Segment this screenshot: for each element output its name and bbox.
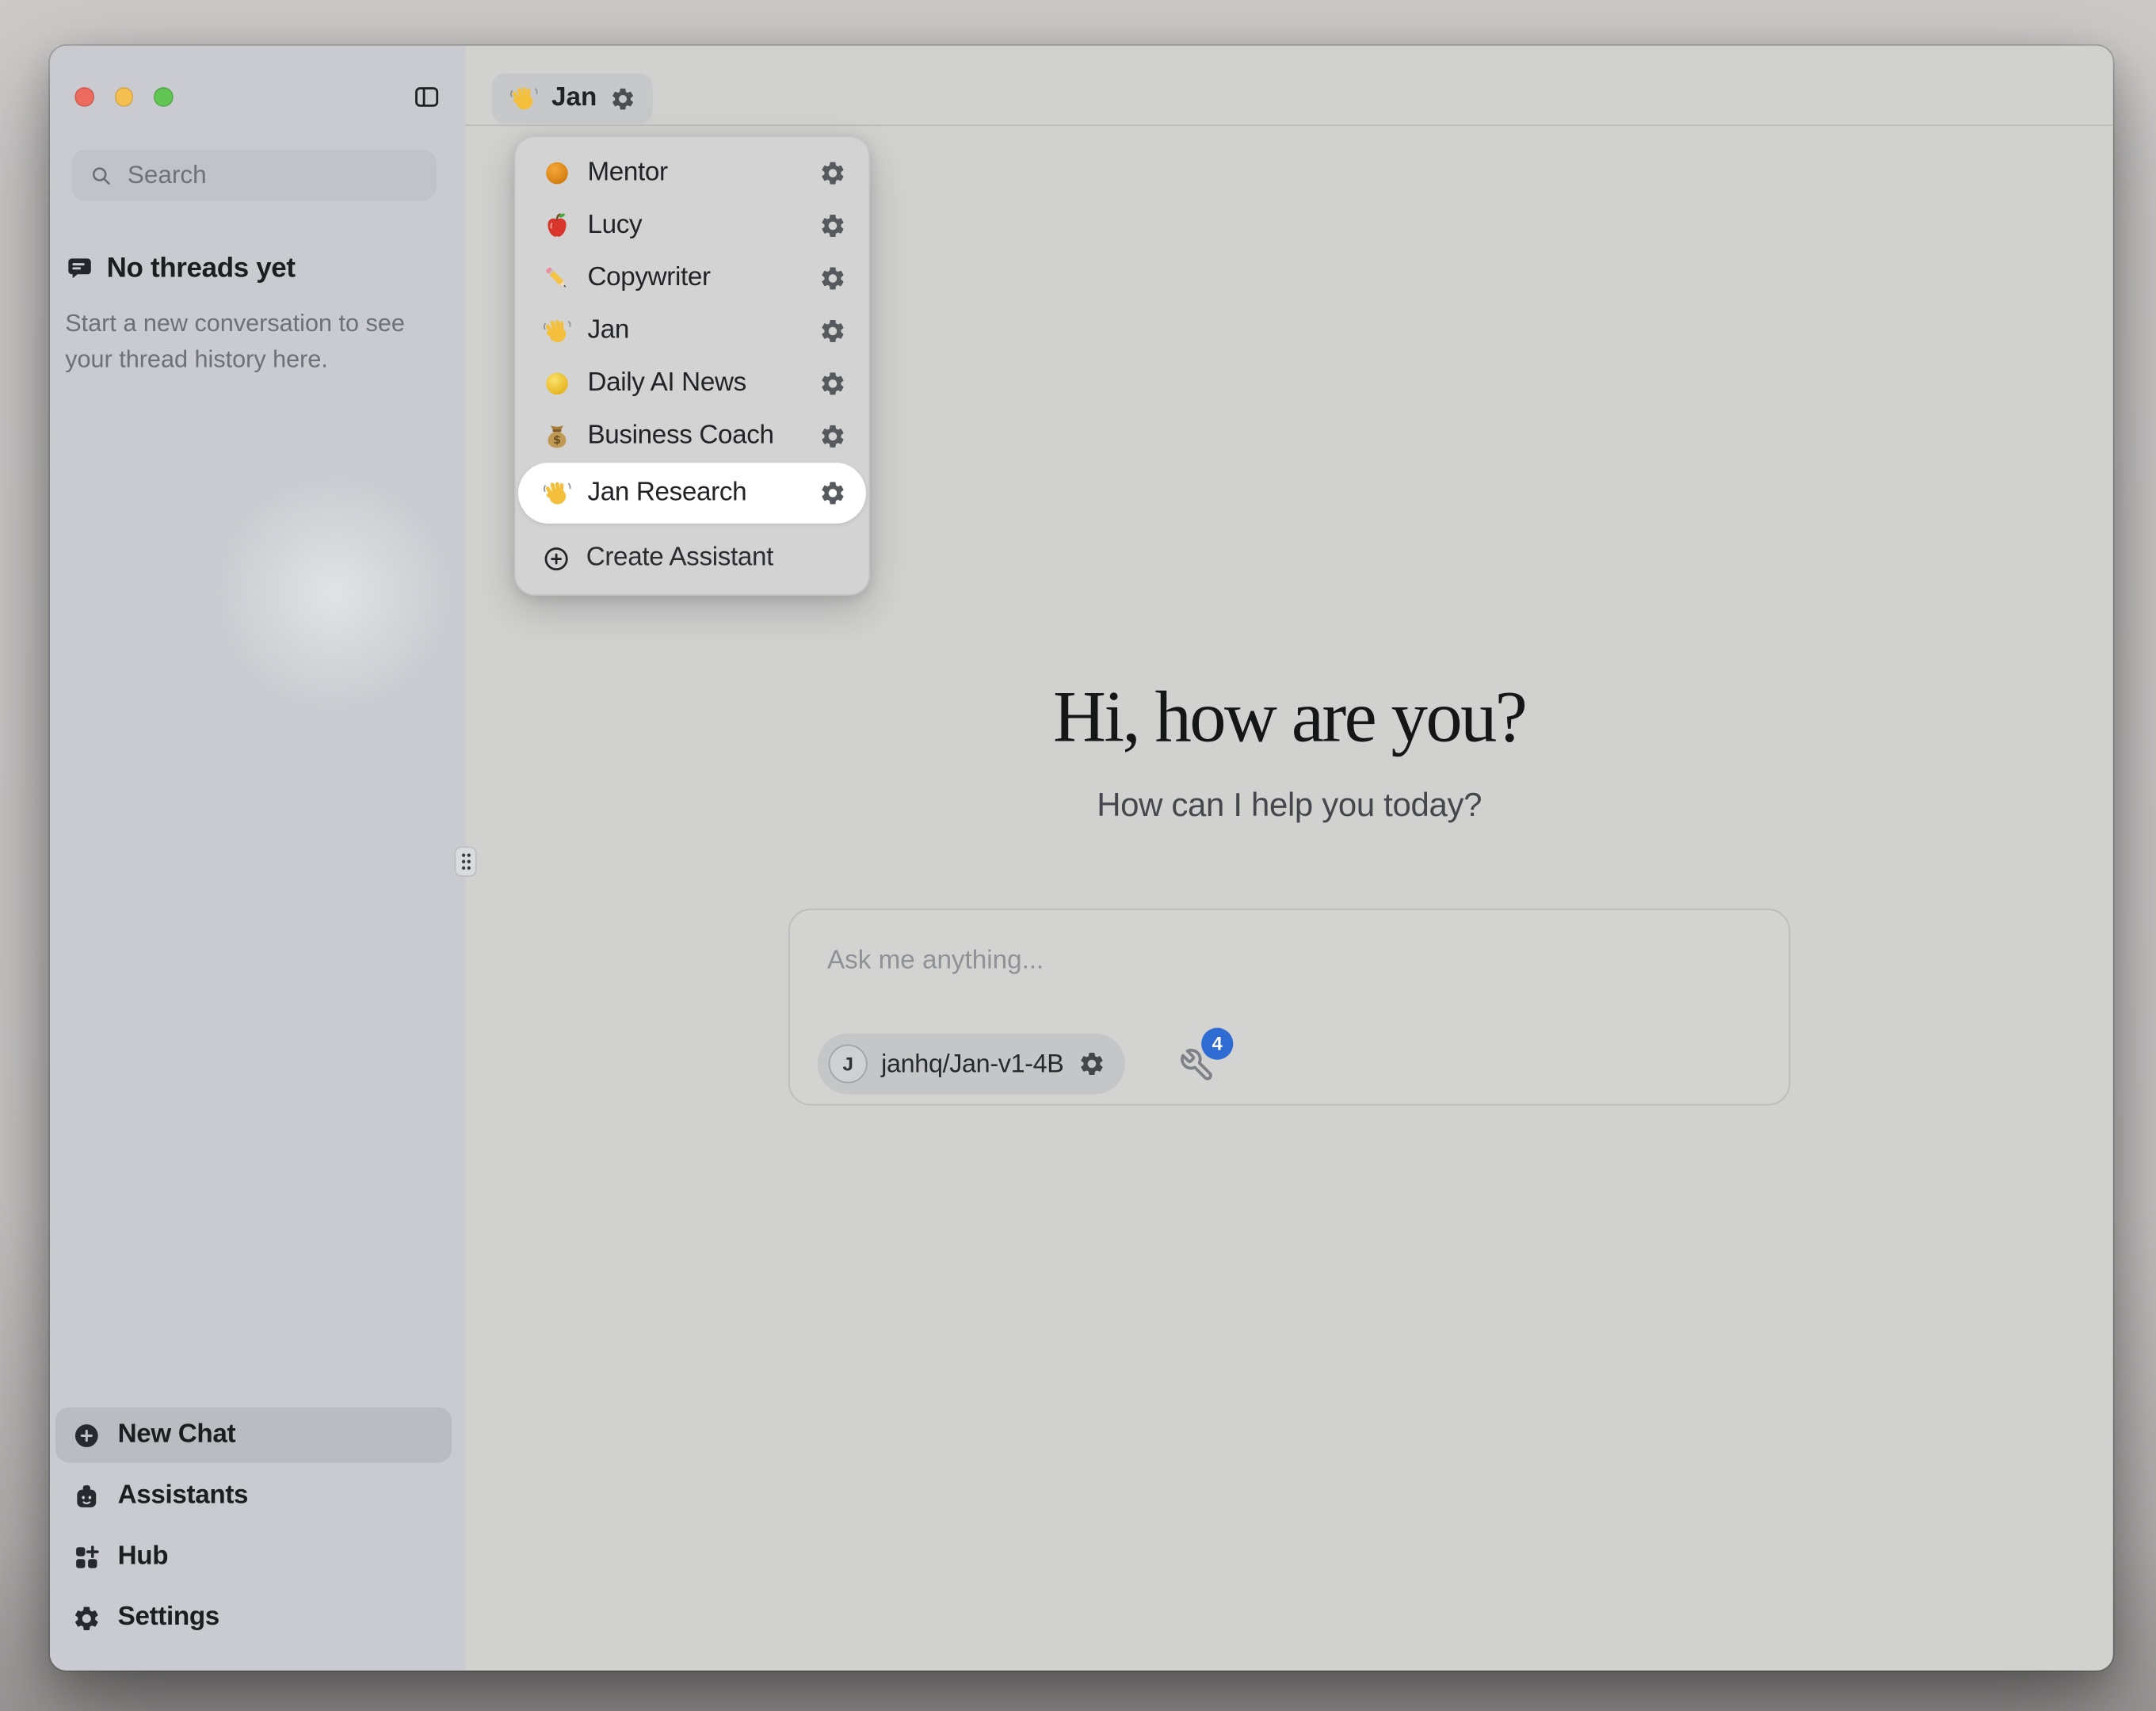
sidebar-toggle-button[interactable] xyxy=(411,83,441,111)
plus-circle-icon xyxy=(72,1420,101,1450)
gear-icon[interactable] xyxy=(819,212,846,240)
waving-hand-icon xyxy=(542,316,572,346)
menu-item-daily-ai-news[interactable]: Daily AI News xyxy=(518,357,866,410)
main-area: Jan Mentor Lucy Copywriter xyxy=(466,46,2113,1671)
close-button[interactable] xyxy=(74,87,93,106)
assistant-selector-button[interactable]: Jan xyxy=(492,74,652,124)
search-input[interactable] xyxy=(124,159,419,191)
menu-item-label: Mentor xyxy=(587,158,803,188)
gear-icon[interactable] xyxy=(819,422,846,450)
gear-icon[interactable] xyxy=(609,86,635,112)
sidebar-item-label: Settings xyxy=(118,1602,219,1633)
sidebar-item-label: Assistants xyxy=(118,1480,249,1511)
sidebar: No threads yet Start a new conversation … xyxy=(50,46,467,1671)
menu-item-create-assistant[interactable]: Create Assistant xyxy=(518,532,866,585)
waving-hand-icon xyxy=(509,83,539,113)
gear-icon[interactable] xyxy=(1078,1050,1105,1078)
gear-icon[interactable] xyxy=(819,265,846,292)
sidebar-item-label: Hub xyxy=(118,1541,169,1572)
greeting-subtitle: How can I help you today? xyxy=(466,787,2113,825)
chat-composer: J janhq/Jan-v1-4B 4 xyxy=(788,909,1790,1105)
empty-state-title: No threads yet xyxy=(107,253,296,285)
search-bar[interactable] xyxy=(72,150,437,201)
zoom-button[interactable] xyxy=(154,87,173,106)
red-apple-icon xyxy=(542,211,572,241)
greeting-title: Hi, how are you? xyxy=(466,676,2113,759)
main-header xyxy=(466,46,2113,126)
menu-separator xyxy=(518,524,866,532)
menu-item-label: Business Coach xyxy=(587,421,803,452)
model-name: janhq/Jan-v1-4B xyxy=(881,1049,1063,1079)
menu-item-mentor[interactable]: Mentor xyxy=(518,147,866,199)
gear-icon[interactable] xyxy=(819,479,846,507)
pencil-icon xyxy=(542,263,572,293)
waving-hand-icon xyxy=(542,478,572,508)
assistant-dropdown-menu: Mentor Lucy Copywriter Jan xyxy=(514,135,870,596)
sidebar-resize-handle[interactable] xyxy=(455,846,477,876)
menu-item-jan[interactable]: Jan xyxy=(518,305,866,357)
sidebar-item-assistants[interactable]: Assistants xyxy=(55,1469,452,1524)
tools-button[interactable]: 4 xyxy=(1179,1042,1234,1097)
sidebar-toggle-icon xyxy=(411,83,441,111)
greeting: Hi, how are you? How can I help you toda… xyxy=(466,676,2113,825)
active-assistant-name: Jan xyxy=(551,83,597,113)
menu-item-label: Jan xyxy=(587,316,803,346)
menu-item-label: Copywriter xyxy=(587,263,803,293)
menu-item-jan-research[interactable]: Jan Research xyxy=(518,463,866,524)
tools-count-badge: 4 xyxy=(1201,1028,1233,1060)
gear-icon[interactable] xyxy=(819,370,846,398)
sidebar-nav: New Chat Assistants Hub Settings xyxy=(55,1402,452,1646)
plus-circle-outline-icon xyxy=(542,543,571,573)
minimize-button[interactable] xyxy=(114,87,133,106)
sidebar-item-hub[interactable]: Hub xyxy=(55,1530,452,1585)
menu-item-label: Jan Research xyxy=(587,478,803,508)
gear-icon xyxy=(72,1603,101,1633)
app-window: No threads yet Start a new conversation … xyxy=(50,46,2113,1671)
model-avatar: J xyxy=(829,1045,868,1084)
chat-bubble-icon xyxy=(65,255,94,284)
chat-input[interactable] xyxy=(824,943,1753,1010)
menu-item-business-coach[interactable]: Business Coach xyxy=(518,410,866,463)
sidebar-item-new-chat[interactable]: New Chat xyxy=(55,1408,452,1463)
drag-dots-icon xyxy=(460,852,472,871)
model-selector-button[interactable]: J janhq/Jan-v1-4B xyxy=(818,1034,1125,1095)
sidebar-item-label: New Chat xyxy=(118,1419,236,1450)
gear-icon[interactable] xyxy=(819,317,846,345)
orange-circle-icon xyxy=(542,158,572,188)
menu-item-label: Create Assistant xyxy=(586,543,847,573)
robot-icon xyxy=(72,1481,101,1511)
threads-empty-state: No threads yet Start a new conversation … xyxy=(65,253,428,377)
yellow-circle-icon xyxy=(542,368,572,398)
money-bag-icon xyxy=(542,421,572,452)
hub-grid-icon xyxy=(72,1542,101,1572)
menu-item-label: Daily AI News xyxy=(587,368,803,398)
empty-state-description-line1: Start a new conversation to see xyxy=(65,305,428,341)
sidebar-item-settings[interactable]: Settings xyxy=(55,1591,452,1646)
search-icon xyxy=(89,162,113,187)
menu-item-label: Lucy xyxy=(587,211,803,241)
gear-icon[interactable] xyxy=(819,159,846,187)
menu-item-lucy[interactable]: Lucy xyxy=(518,200,866,252)
window-controls xyxy=(74,87,172,106)
empty-state-description-line2: your thread history here. xyxy=(65,341,428,376)
menu-item-copywriter[interactable]: Copywriter xyxy=(518,252,866,304)
desktop: No threads yet Start a new conversation … xyxy=(0,0,2156,1711)
